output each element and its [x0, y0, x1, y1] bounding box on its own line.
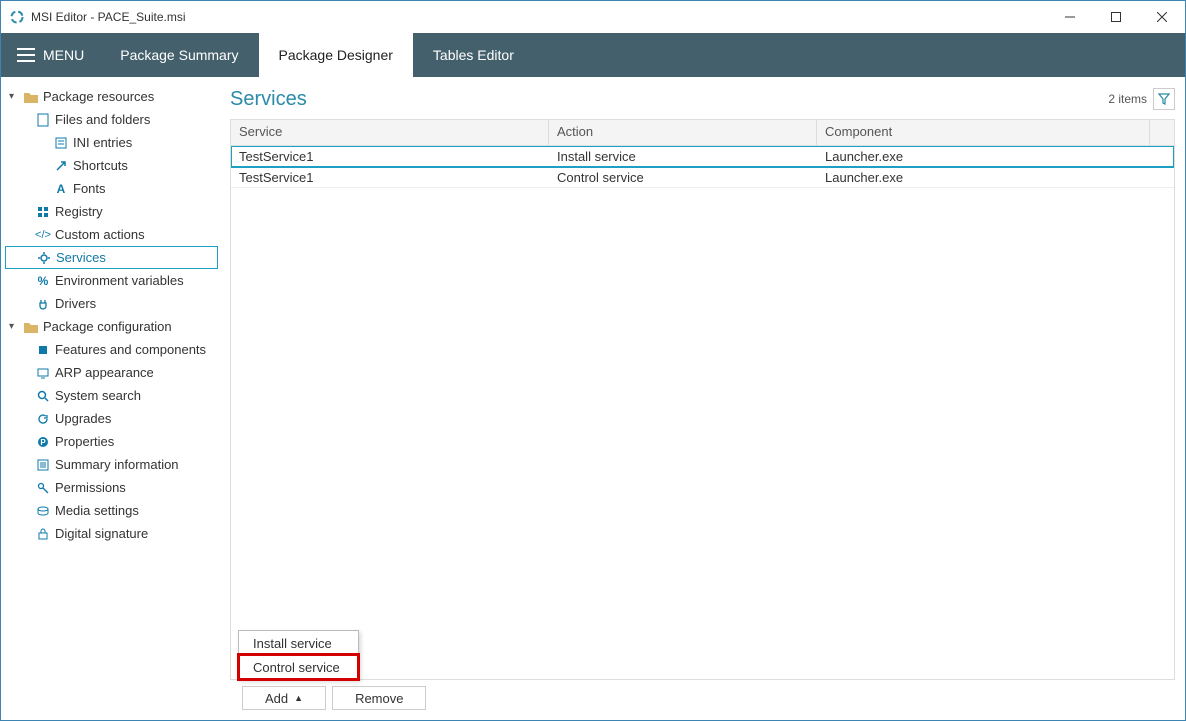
folder-icon: [23, 321, 39, 333]
sidebar-item-permissions[interactable]: Permissions: [5, 476, 222, 499]
menubar: MENU Package Summary Package Designer Ta…: [1, 33, 1185, 77]
percent-icon: %: [35, 274, 51, 288]
media-icon: [35, 505, 51, 517]
close-button[interactable]: [1139, 1, 1185, 33]
main-panel: Services 2 items Service Action Componen…: [226, 77, 1185, 720]
maximize-button[interactable]: [1093, 1, 1139, 33]
lock-icon: [35, 528, 51, 540]
sidebar-item-arp-appearance[interactable]: ARP appearance: [5, 361, 222, 384]
window-title: MSI Editor - PACE_Suite.msi: [31, 10, 186, 24]
add-button[interactable]: Add ▲: [242, 686, 326, 710]
sidebar-item-services[interactable]: Services: [5, 246, 218, 269]
services-table: Service Action Component TestService1 In…: [230, 119, 1175, 680]
sidebar-item-files-and-folders[interactable]: Files and folders: [5, 108, 222, 131]
titlebar: MSI Editor - PACE_Suite.msi: [1, 1, 1185, 33]
gear-icon: [36, 252, 52, 264]
plug-icon: [35, 298, 51, 310]
filter-button[interactable]: [1153, 88, 1175, 110]
popup-item-control-service[interactable]: Control service: [239, 655, 358, 679]
font-icon: A: [53, 182, 69, 196]
sidebar-item-shortcuts[interactable]: Shortcuts: [5, 154, 222, 177]
sidebar-item-media-settings[interactable]: Media settings: [5, 499, 222, 522]
sidebar-item-fonts[interactable]: A Fonts: [5, 177, 222, 200]
registry-icon: [35, 206, 51, 218]
col-service[interactable]: Service: [231, 120, 549, 145]
sidebar-item-registry[interactable]: Registry: [5, 200, 222, 223]
table-row[interactable]: TestService1 Control service Launcher.ex…: [231, 167, 1174, 188]
summary-icon: [35, 459, 51, 471]
item-count: 2 items: [1108, 92, 1147, 106]
col-component[interactable]: Component: [817, 120, 1150, 145]
sidebar-item-upgrades[interactable]: Upgrades: [5, 407, 222, 430]
arrow-up-icon: ▲: [294, 693, 303, 703]
folder-icon: [23, 91, 39, 103]
caret-down-icon: ▾: [9, 91, 19, 102]
caret-down-icon: ▾: [9, 321, 19, 332]
shortcut-icon: [53, 160, 69, 172]
tree-group-package-configuration[interactable]: ▾ Package configuration: [5, 315, 222, 338]
main-header: Services 2 items: [230, 83, 1175, 115]
tab-tables-editor[interactable]: Tables Editor: [413, 33, 534, 77]
refresh-icon: [35, 413, 51, 425]
svg-text:P: P: [40, 438, 46, 447]
col-action[interactable]: Action: [549, 120, 817, 145]
file-icon: [35, 113, 51, 127]
sidebar-item-environment-variables[interactable]: % Environment variables: [5, 269, 222, 292]
window-controls: [1047, 1, 1185, 33]
add-popup-menu: Install service Control service: [238, 630, 359, 680]
sidebar-item-summary-information[interactable]: Summary information: [5, 453, 222, 476]
popup-item-install-service[interactable]: Install service: [239, 631, 358, 655]
remove-button[interactable]: Remove: [332, 686, 426, 710]
props-icon: P: [35, 436, 51, 448]
monitor-icon: [35, 367, 51, 379]
sidebar-item-custom-actions[interactable]: </> Custom actions: [5, 223, 222, 246]
page-title: Services: [230, 88, 307, 111]
ini-icon: [53, 137, 69, 149]
sidebar-item-ini-entries[interactable]: INI entries: [5, 131, 222, 154]
menu-button[interactable]: MENU: [1, 33, 100, 77]
sidebar-item-digital-signature[interactable]: Digital signature: [5, 522, 222, 545]
puzzle-icon: [35, 344, 51, 356]
key-icon: [35, 482, 51, 494]
search-icon: [35, 390, 51, 402]
sidebar: ▾ Package resources Files and folders IN…: [1, 77, 226, 720]
minimize-button[interactable]: [1047, 1, 1093, 33]
tree-group-package-resources[interactable]: ▾ Package resources: [5, 85, 222, 108]
menu-label: MENU: [43, 47, 84, 63]
app-icon: [9, 9, 25, 25]
sidebar-item-properties[interactable]: P Properties: [5, 430, 222, 453]
table-header: Service Action Component: [231, 120, 1174, 146]
sidebar-item-system-search[interactable]: System search: [5, 384, 222, 407]
tab-package-designer[interactable]: Package Designer: [259, 33, 413, 77]
col-spacer: [1150, 120, 1174, 145]
hamburger-icon: [17, 54, 35, 56]
table-row[interactable]: TestService1 Install service Launcher.ex…: [231, 146, 1174, 167]
table-body: TestService1 Install service Launcher.ex…: [231, 146, 1174, 679]
sidebar-item-drivers[interactable]: Drivers: [5, 292, 222, 315]
code-icon: </>: [35, 229, 51, 241]
tab-package-summary[interactable]: Package Summary: [100, 33, 258, 77]
button-row: Add ▲ Remove: [230, 680, 1175, 710]
sidebar-item-features-and-components[interactable]: Features and components: [5, 338, 222, 361]
